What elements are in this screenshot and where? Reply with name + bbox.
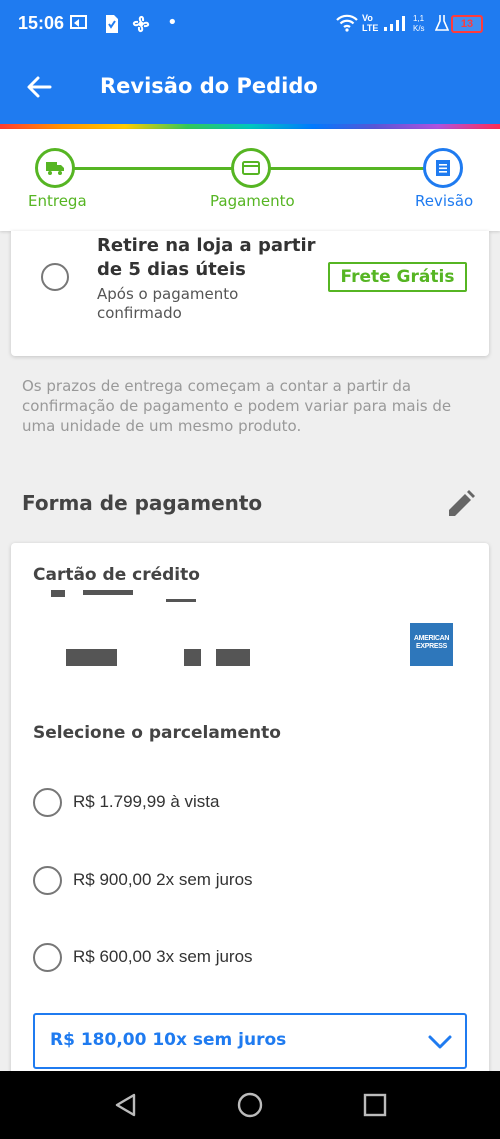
- installment-label-1: R$ 1.799,99 à vista: [73, 792, 220, 811]
- step-delivery-label[interactable]: Entrega: [28, 192, 87, 210]
- pencil-icon: [449, 490, 475, 516]
- pickup-option-card[interactable]: Retire na loja a partir de 5 dias úteis …: [11, 231, 489, 356]
- installment-dropdown[interactable]: R$ 180,00 10x sem juros: [33, 1013, 467, 1069]
- battery-indicator: 13: [451, 15, 483, 33]
- status-bar: 15:06 • Vo LTE 1,1 K/s 13: [0, 0, 500, 50]
- network-speed: 1,1 K/s: [413, 14, 425, 33]
- installment-label-3: R$ 600,00 3x sem juros: [73, 947, 253, 966]
- pickup-radio[interactable]: [41, 263, 69, 291]
- card-icon: [242, 161, 260, 175]
- nav-home-button[interactable]: [236, 1091, 264, 1119]
- pickup-subtitle: Após o pagamento confirmado: [97, 285, 239, 322]
- step-review-circle[interactable]: [423, 148, 463, 188]
- redacted-block: [51, 590, 65, 597]
- square-recents-icon: [363, 1093, 387, 1117]
- app-bar: Revisão do Pedido: [0, 50, 500, 124]
- signal-icon: [383, 14, 405, 36]
- installments-title: Selecione o parcelamento: [33, 723, 281, 743]
- installment-radio-2[interactable]: [33, 866, 62, 895]
- step-review-label[interactable]: Revisão: [415, 192, 473, 210]
- triangle-back-icon: [115, 1093, 136, 1117]
- back-button[interactable]: [22, 70, 56, 104]
- delivery-notice: Os prazos de entrega começam a contar a …: [22, 377, 452, 435]
- pickup-title: Retire na loja a partir de 5 dias úteis: [97, 235, 316, 280]
- stepper-line-1: [55, 167, 251, 170]
- edit-payment-button[interactable]: [444, 487, 478, 521]
- step-payment-circle[interactable]: [231, 148, 271, 188]
- step-delivery-circle[interactable]: [35, 148, 75, 188]
- system-nav-bar: [0, 1071, 500, 1139]
- nav-recents-button[interactable]: [361, 1091, 389, 1119]
- installment-radio-3[interactable]: [33, 943, 62, 972]
- redacted-block: [166, 599, 196, 602]
- free-shipping-badge: Frete Grátis: [328, 262, 467, 292]
- flask-icon: [434, 14, 450, 36]
- payment-section-title: Forma de pagamento: [22, 491, 263, 515]
- fan-icon: [131, 14, 151, 38]
- notification-dot: •: [167, 12, 178, 33]
- redacted-block: [216, 649, 250, 666]
- credit-card-title: Cartão de crédito: [33, 565, 200, 585]
- stepper-line-2: [251, 167, 443, 170]
- receipt-icon: [436, 160, 450, 176]
- installment-dropdown-value: R$ 180,00 10x sem juros: [50, 1030, 287, 1050]
- nav-back-button[interactable]: [112, 1091, 140, 1119]
- installment-label-2: R$ 900,00 2x sem juros: [73, 870, 253, 889]
- file-icon: [103, 14, 119, 38]
- status-time: 15:06: [18, 13, 65, 33]
- redacted-block: [66, 649, 117, 666]
- installment-radio-1[interactable]: [33, 788, 62, 817]
- arrow-left-icon: [27, 76, 52, 98]
- screen-cast-icon: [70, 14, 88, 36]
- payment-card: Cartão de crédito AMERICAN EXPRESS Selec…: [11, 543, 489, 1103]
- step-payment-label[interactable]: Pagamento: [210, 192, 295, 210]
- redacted-block: [83, 590, 133, 595]
- checkout-stepper: Entrega Pagamento Revisão: [0, 129, 500, 231]
- truck-icon: [46, 162, 64, 175]
- redacted-block: [184, 649, 201, 666]
- page-title: Revisão do Pedido: [100, 74, 318, 98]
- circle-home-icon: [237, 1092, 263, 1118]
- wifi-icon: [336, 14, 358, 36]
- amex-logo: AMERICAN EXPRESS: [410, 623, 453, 666]
- network-type: Vo LTE: [362, 13, 379, 33]
- chevron-down-icon: [428, 1035, 452, 1049]
